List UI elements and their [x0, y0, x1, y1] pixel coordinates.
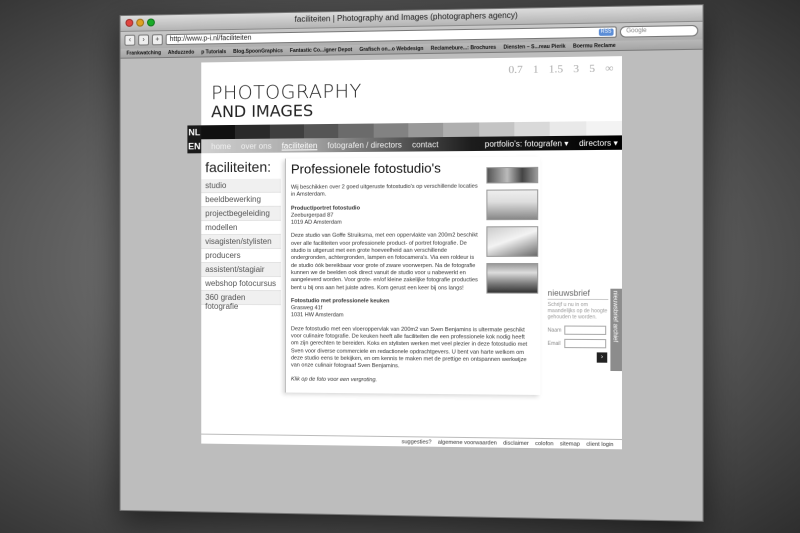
sidebar-menu: studio beeldbewerking projectbegeleiding… — [201, 179, 281, 305]
intro-text: Wij beschikken over 2 goed uitgeruste fo… — [291, 184, 479, 200]
studio1-name: Product/portret fotostudio — [291, 205, 360, 211]
archive-label: nieuwsbrief archief — [611, 291, 617, 342]
bookmark-item[interactable]: Ahduzzedo — [168, 49, 194, 55]
studio1-address-1: Zeeburgerpad 87 — [291, 213, 333, 219]
nav-fotografen[interactable]: fotografen / directors — [327, 140, 401, 150]
lang-en[interactable]: EN — [187, 139, 201, 153]
studio1-text: Deze studio van Goffe Struiksma, met een… — [291, 233, 479, 292]
sidebar-item-producers[interactable]: producers — [201, 249, 281, 263]
bookmark-item[interactable]: Blog.SpoonGraphics — [233, 48, 283, 55]
web-page: PHOTOGRAPHY AND IMAGES 0.7 1 1.5 3 5 ∞ N… — [201, 56, 622, 439]
studio2-address-1: Grasweg 41f — [291, 305, 322, 311]
search-input[interactable]: Google — [620, 25, 698, 38]
grayscale-swatch — [373, 123, 408, 138]
studio2-name: Fotostudio met professionele keuken — [291, 298, 390, 304]
logo-line-2[interactable]: AND IMAGES — [211, 101, 313, 121]
newsletter-subtitle: Schrijf u nu in om maandelijks op de hoo… — [548, 302, 609, 321]
grayscale-swatch — [550, 121, 586, 136]
studio2-address-2: 1031 HW Amsterdam — [291, 313, 344, 319]
directors-dropdown[interactable]: directors ▾ — [579, 138, 618, 148]
newsletter-title: nieuwsbrief — [548, 289, 609, 300]
rss-icon[interactable]: RSS — [599, 28, 614, 35]
studio1-address-2: 1019 AD Amsterdam — [291, 220, 342, 226]
enlarge-note: Klik op de foto voor een vergroting. — [291, 376, 535, 386]
newsletter-box: nieuwsbrief Schrijf u nu in om maandelij… — [548, 289, 609, 363]
grayscale-swatch — [339, 124, 374, 138]
grayscale-swatch — [443, 122, 478, 137]
sidebar-item-360[interactable]: 360 graden fotografie — [201, 291, 281, 305]
sidebar-title: faciliteiten: — [205, 159, 271, 175]
newsletter-submit-button[interactable]: › — [597, 352, 608, 362]
name-field[interactable] — [564, 326, 606, 335]
nav-faciliteiten[interactable]: faciliteiten — [282, 141, 318, 150]
grayscale-swatch — [201, 125, 235, 139]
page-viewport: PHOTOGRAPHY AND IMAGES 0.7 1 1.5 3 5 ∞ N… — [121, 51, 703, 521]
grayscale-swatch — [586, 121, 622, 136]
lang-nl[interactable]: NL — [187, 125, 201, 139]
aperture-scale: 0.7 1 1.5 3 5 ∞ — [509, 62, 614, 76]
sidebar-item-visagisten[interactable]: visagisten/stylisten — [201, 235, 281, 249]
bookmark-item[interactable]: Frankwatching — [126, 50, 161, 57]
grayscale-swatch — [304, 124, 339, 138]
forward-button[interactable]: › — [138, 34, 149, 45]
sidebar-item-beeldbewerking[interactable]: beeldbewerking — [201, 193, 281, 207]
name-label: Naam — [548, 327, 563, 333]
bookmark-item[interactable]: Fantastic Co...igner Depot — [290, 47, 352, 54]
bookmark-item[interactable]: Reclamebure...: Brochures — [431, 44, 497, 51]
nav-over-ons[interactable]: over ons — [241, 141, 272, 150]
email-label: Email — [548, 340, 563, 346]
grayscale-swatch — [514, 122, 550, 137]
studio2-text: Deze fotostudio met een vloeroppervlak v… — [291, 326, 534, 372]
studio-photo[interactable] — [486, 226, 538, 257]
add-bookmark-button[interactable]: + — [152, 34, 163, 45]
bookmark-item[interactable]: Boermu Reclame — [573, 42, 616, 49]
studio-photo[interactable] — [486, 167, 538, 184]
nav-home[interactable]: home — [211, 142, 231, 151]
footer-sitemap[interactable]: sitemap — [560, 441, 580, 447]
grayscale-swatch — [235, 125, 269, 139]
footer-voorwaarden[interactable]: algemene voorwaarden — [438, 439, 497, 446]
sidebar-item-projectbegeleiding[interactable]: projectbegeleiding — [201, 207, 281, 221]
footer-colofon[interactable]: colofon — [535, 440, 553, 446]
bookmark-item[interactable]: p Tutorials — [201, 49, 226, 55]
grayscale-swatch — [479, 122, 515, 137]
email-field[interactable] — [564, 339, 606, 348]
studio-photo[interactable] — [486, 263, 538, 294]
url-text: http://www.p-i.nl/faciliteiten — [170, 35, 252, 43]
bookmark-item[interactable]: Grafisch on...o Webdesign — [359, 45, 423, 52]
studio-photos — [486, 167, 538, 294]
sidebar-item-assistent[interactable]: assistent/stagiair — [201, 263, 281, 277]
footer-disclaimer[interactable]: disclaimer — [503, 440, 529, 446]
sidebar-item-studio[interactable]: studio — [201, 179, 281, 193]
footer-client-login[interactable]: client login — [586, 441, 613, 448]
nav-contact[interactable]: contact — [412, 140, 438, 149]
grayscale-swatch — [270, 124, 304, 138]
grayscale-swatch — [408, 123, 443, 138]
portfolio-dropdown[interactable]: portfolio's: fotografen ▾ — [485, 138, 569, 148]
language-switch: NL EN — [187, 125, 201, 153]
footer-suggesties[interactable]: suggesties? — [402, 439, 432, 445]
studio-photo[interactable] — [486, 189, 538, 220]
bookmark-item[interactable]: Diensten – S...reau Pierik — [503, 43, 565, 50]
main-nav: home over ons faciliteiten fotografen / … — [201, 135, 622, 153]
browser-window: faciliteiten | Photography and Images (p… — [120, 4, 704, 522]
sidebar-item-modellen[interactable]: modellen — [201, 221, 281, 235]
newsletter-archive-tab[interactable]: nieuwsbrief archief — [610, 289, 622, 371]
sidebar-item-webshop[interactable]: webshop fotocursus — [201, 277, 281, 291]
back-button[interactable]: ‹ — [124, 35, 135, 46]
